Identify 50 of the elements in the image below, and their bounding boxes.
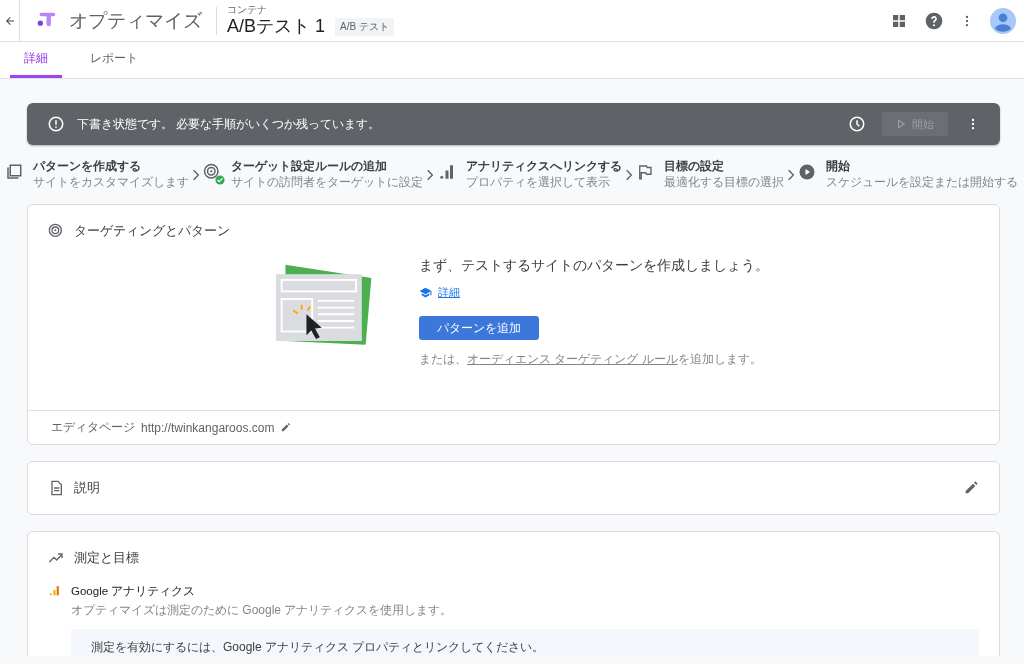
step-item[interactable]: ターゲット設定ルールの追加 サイトの訪問者をターゲットに設定 [203, 159, 424, 191]
step-title: パターンを作成する [33, 159, 142, 175]
card-title: ターゲティングとパターン [74, 222, 231, 241]
step-subtitle: プロパティを選択して表示 [465, 174, 611, 191]
target-icon [203, 163, 222, 181]
add-variant-button[interactable]: パターンを追加 [419, 316, 539, 341]
target-icon [48, 223, 64, 240]
edit-pencil-icon[interactable] [280, 422, 292, 434]
step-item[interactable]: 開始 スケジュールを設定または開始する [798, 159, 1018, 191]
step-subtitle: サイトをカスタマイズします [33, 174, 189, 191]
play-circle-icon [798, 163, 816, 181]
play-icon [896, 119, 906, 129]
clock-icon[interactable] [848, 115, 866, 133]
targeting-rule-link[interactable]: オーディエンス ターゲティング ルール [467, 352, 678, 367]
learn-more-link[interactable]: 詳細 [438, 285, 460, 301]
editor-page-url: http://twinkangaroos.com [141, 420, 275, 435]
step-item[interactable]: アナリティクスへリンクする プロパティを選択して表示 [437, 159, 622, 191]
step-title: アナリティクスへリンクする [465, 159, 622, 175]
link-analytics-notice: 測定を有効にするには、Google アナリティクス プロパティとリンクしてください。 [71, 629, 979, 657]
tab[interactable]: レポート [76, 42, 152, 78]
step-item[interactable]: 目標の設定 最適化する目標の選択 [635, 159, 784, 191]
step-item[interactable]: パターンを作成する サイトをカスタマイズします [5, 159, 189, 191]
step-title: 目標の設定 [663, 159, 725, 175]
avatar-icon[interactable] [990, 7, 1016, 34]
analytics-title: Google アナリティクス [71, 584, 197, 600]
help-icon[interactable] [924, 10, 944, 31]
document-icon [48, 480, 64, 497]
card-title: 説明 [74, 479, 101, 498]
copy-icon [5, 163, 23, 181]
experiment-type-badge: A/B テスト [335, 17, 394, 36]
bar-chart-icon [437, 163, 456, 181]
headline-text: まず、テストするサイトのパターンを作成しましょう。 [419, 257, 769, 276]
step-title: 開始 [826, 159, 851, 175]
draft-status-message: 下書き状態です。 必要な手順がいくつか残っています。 [77, 115, 382, 133]
step-subtitle: スケジュールを設定または開始する [826, 174, 1018, 191]
alternative-text: または、オーディエンス ターゲティング ルールを追加します。 [419, 351, 763, 369]
warning-circle-icon [47, 115, 65, 133]
experiment-title: A/Bテスト 1 [227, 15, 326, 37]
graduation-cap-icon [419, 286, 432, 300]
container-label: コンテナ [227, 4, 268, 16]
step-subtitle: サイトの訪問者をターゲットに設定 [231, 174, 424, 191]
analytics-subtitle: オプティマイズは測定のために Google アナリティクスを使用します。 [71, 602, 453, 620]
step-subtitle: 最適化する目標の選択 [663, 174, 784, 191]
editor-page-label: エディタページ [51, 419, 135, 437]
analytics-bars-icon [48, 584, 61, 598]
card-title: 測定と目標 [74, 549, 140, 568]
check-badge-icon [215, 175, 226, 185]
product-name: オプティマイズ [69, 8, 202, 33]
tab[interactable]: 詳細 [10, 42, 62, 78]
step-title: ターゲット設定ルールの追加 [231, 159, 389, 175]
